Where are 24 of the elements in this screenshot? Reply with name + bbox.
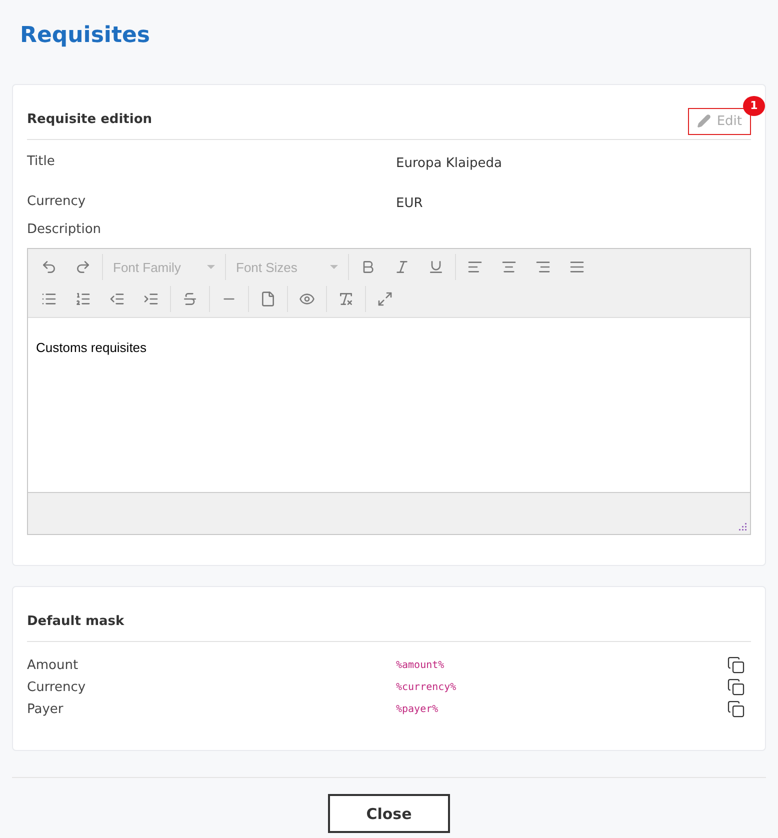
field-value: EUR <box>396 195 424 211</box>
mask-label: Payer <box>27 702 64 716</box>
notification-badge: 1 <box>743 96 765 116</box>
pencil-icon <box>696 114 711 128</box>
field-label: Title <box>27 154 56 169</box>
mask-code: %currency% <box>396 682 458 692</box>
resize-grip-icon <box>739 523 747 531</box>
copy-icon[interactable] <box>727 656 745 674</box>
field-label: Description <box>27 222 102 237</box>
card-heading: Requisite edition <box>27 112 152 126</box>
field-label: Currency <box>27 194 87 209</box>
mask-label: Currency <box>27 680 87 694</box>
editor-content[interactable]: Customs requisites <box>28 318 750 492</box>
close-button[interactable]: Close <box>328 794 450 833</box>
font-family-select[interactable]: Font Family <box>105 260 223 274</box>
card-heading: Default mask <box>27 614 124 628</box>
copy-icon[interactable] <box>727 678 745 696</box>
mask-label: Amount <box>27 658 80 672</box>
copy-icon[interactable] <box>727 700 745 718</box>
field-value: Europa Klaipeda <box>396 155 503 171</box>
font-size-select[interactable]: Font Sizes <box>228 260 346 274</box>
mask-code: %payer% <box>396 704 440 714</box>
mask-code: %amount% <box>396 660 446 670</box>
page-title: Requisites <box>20 22 151 50</box>
